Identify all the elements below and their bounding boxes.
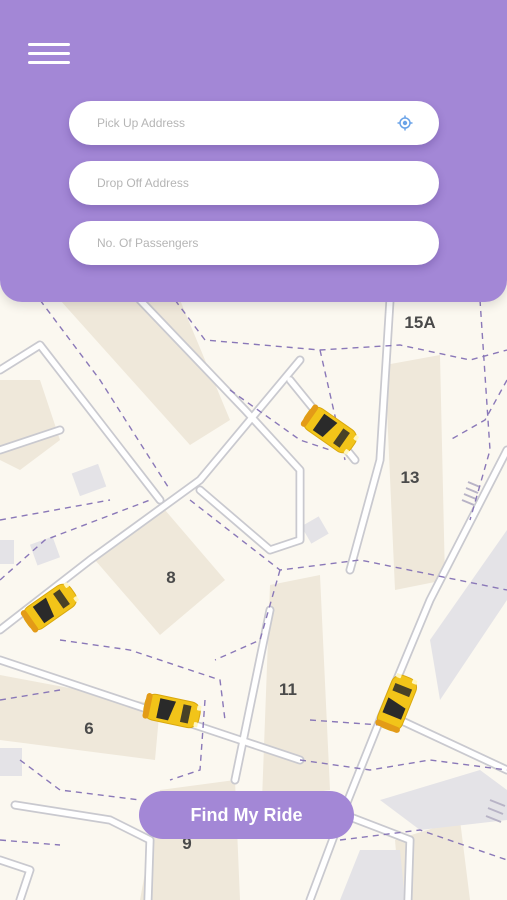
block-label-8: 8 xyxy=(166,568,175,587)
current-location-icon[interactable] xyxy=(397,115,413,131)
passengers-field[interactable] xyxy=(69,221,439,265)
passengers-input[interactable] xyxy=(95,235,413,251)
pickup-address-input[interactable] xyxy=(95,115,413,131)
block-label-11: 11 xyxy=(279,680,297,699)
dropoff-address-input[interactable] xyxy=(95,175,413,191)
find-my-ride-button[interactable]: Find My Ride xyxy=(139,791,354,839)
block-label-6: 6 xyxy=(84,719,93,738)
pickup-address-field[interactable] xyxy=(69,101,439,145)
hamburger-menu-icon[interactable] xyxy=(28,43,70,65)
block-label-15a: 15A xyxy=(404,313,435,332)
block-label-13: 13 xyxy=(401,468,420,487)
search-panel xyxy=(0,0,507,302)
dropoff-address-field[interactable] xyxy=(69,161,439,205)
